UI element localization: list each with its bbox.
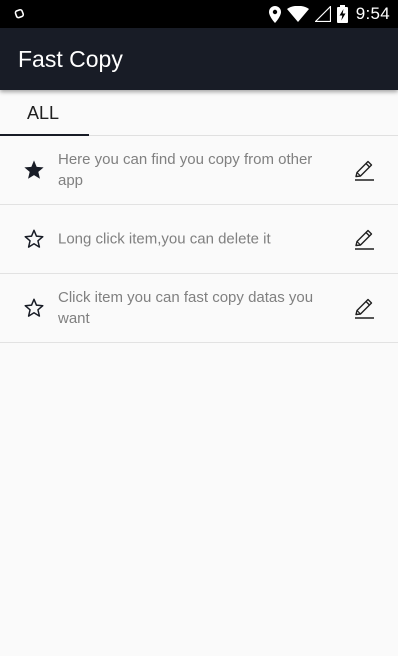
edit-pencil-icon[interactable] [352,227,376,251]
screen: 9:54 Fast Copy ALL Here you can find you… [0,0,398,656]
copy-list: Here you can find you copy from other ap… [0,136,398,343]
star-filled-icon[interactable] [23,159,45,181]
edit-pencil-icon[interactable] [352,296,376,320]
sync-icon [14,8,25,19]
item-text: Click item you can fast copy datas you w… [58,289,314,327]
app-title: Fast Copy [18,46,123,72]
tab-bar: ALL [0,90,398,136]
star-outline-icon[interactable] [23,228,45,250]
signal-icon [314,6,331,22]
app-bar: Fast Copy [0,28,398,90]
status-bar: 9:54 [0,0,398,28]
battery-charging-icon [336,5,348,23]
list-item[interactable]: Click item you can fast copy datas you w… [0,274,398,343]
tab-all[interactable]: ALL [0,90,89,136]
status-time: 9:54 [355,4,390,23]
list-item[interactable]: Here you can find you copy from other ap… [0,136,398,205]
list-item[interactable]: Long click item,you can delete it [0,205,398,274]
star-outline-icon[interactable] [23,297,45,319]
item-text: Long click item,you can delete it [58,230,271,248]
item-text: Here you can find you copy from other ap… [58,151,313,189]
location-icon [268,5,281,23]
status-icons: 9:54 [268,0,390,28]
tab-label: ALL [27,103,60,123]
wifi-icon [286,6,309,22]
edit-pencil-icon[interactable] [352,158,376,182]
